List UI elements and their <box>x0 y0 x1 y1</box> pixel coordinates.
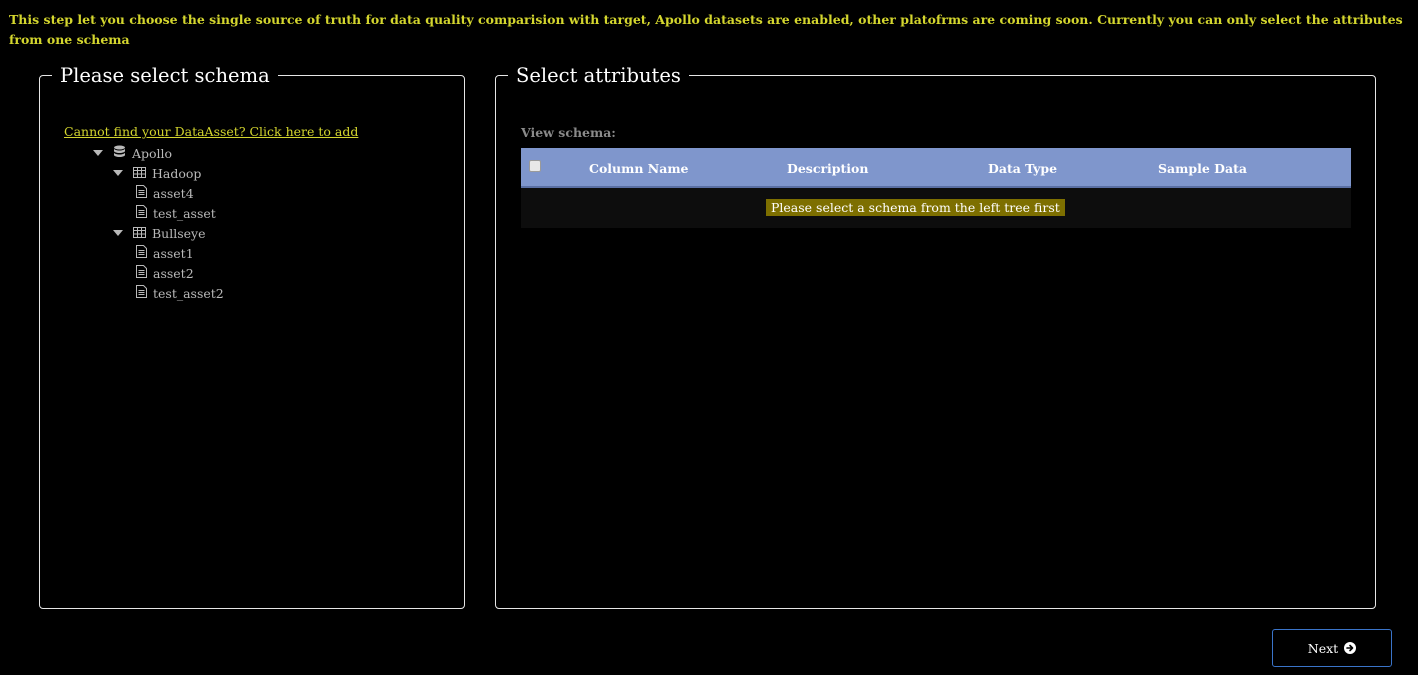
attributes-panel: Select attributes View schema: Column Na… <box>495 64 1376 609</box>
database-icon <box>113 145 126 162</box>
attributes-grid: Column Name Description Data Type Sample… <box>521 148 1351 228</box>
tree-leaf-asset1[interactable]: asset1 <box>88 243 224 263</box>
caret-down-icon[interactable] <box>113 230 123 236</box>
tree-leaf-label: asset4 <box>153 185 194 201</box>
arrow-circle-right-icon <box>1344 642 1357 654</box>
table-icon <box>133 226 146 241</box>
table-icon <box>133 166 146 181</box>
schema-tree: Apollo Hadoop asset4 test_asset Bullseye… <box>88 143 224 303</box>
next-button-label: Next <box>1307 640 1339 656</box>
column-header-column-name[interactable]: Column Name <box>589 161 689 176</box>
next-button[interactable]: Next <box>1272 629 1392 667</box>
tree-node-apollo[interactable]: Apollo <box>88 143 224 163</box>
tree-node-hadoop[interactable]: Hadoop <box>88 163 224 183</box>
file-icon <box>136 205 147 221</box>
tree-leaf-label: test_asset <box>153 205 216 221</box>
file-icon <box>136 245 147 261</box>
file-icon <box>136 185 147 201</box>
page: This step let you choose the single sour… <box>0 0 1418 675</box>
tree-node-label: Apollo <box>132 145 173 161</box>
tree-leaf-label: asset2 <box>153 265 194 281</box>
tree-leaf-label: test_asset2 <box>153 285 224 301</box>
file-icon <box>136 285 147 301</box>
empty-grid-message: Please select a schema from the left tre… <box>766 199 1065 216</box>
tree-leaf-label: asset1 <box>153 245 194 261</box>
tree-node-bullseye[interactable]: Bullseye <box>88 223 224 243</box>
tree-node-label: Bullseye <box>152 225 206 241</box>
caret-down-icon[interactable] <box>93 150 103 156</box>
caret-down-icon[interactable] <box>113 170 123 176</box>
column-header-sample-data[interactable]: Sample Data <box>1158 161 1247 176</box>
schema-panel: Please select schema Cannot find your Da… <box>39 64 465 609</box>
add-dataasset-link[interactable]: Cannot find your DataAsset? Click here t… <box>64 124 358 139</box>
intro-text: This step let you choose the single sour… <box>9 12 1403 47</box>
column-header-description[interactable]: Description <box>787 161 868 176</box>
column-header-data-type[interactable]: Data Type <box>988 161 1057 176</box>
tree-leaf-asset4[interactable]: asset4 <box>88 183 224 203</box>
attributes-panel-title: Select attributes <box>516 64 681 87</box>
select-all-checkbox[interactable] <box>529 160 541 172</box>
tree-leaf-test-asset2[interactable]: test_asset2 <box>88 283 224 303</box>
file-icon <box>136 265 147 281</box>
schema-panel-title: Please select schema <box>60 64 270 87</box>
grid-header: Column Name Description Data Type Sample… <box>521 148 1351 188</box>
tree-leaf-asset2[interactable]: asset2 <box>88 263 224 283</box>
view-schema-label: View schema: <box>521 125 616 140</box>
tree-node-label: Hadoop <box>152 165 202 181</box>
tree-leaf-test-asset[interactable]: test_asset <box>88 203 224 223</box>
grid-body: Please select a schema from the left tre… <box>521 188 1351 228</box>
